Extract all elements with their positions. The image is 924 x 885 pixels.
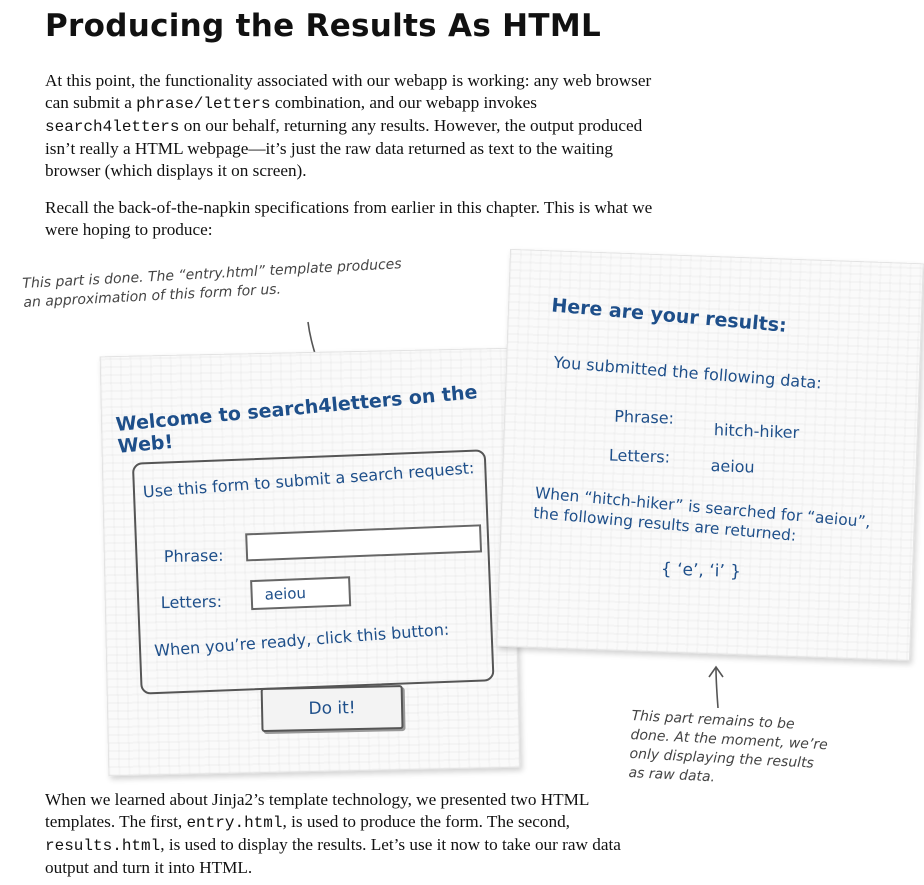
recall-paragraph: Recall the back-of-the-napkin specificat…: [45, 198, 653, 239]
results-phrase-value: hitch-hiker: [713, 420, 800, 443]
results-set: { ‘e’, ‘i’ }: [660, 559, 742, 583]
results-napkin: Here are your results: You submitted the…: [496, 248, 924, 662]
phrase-label: Phrase:: [163, 545, 224, 567]
code-entry-html: entry.html: [186, 814, 283, 832]
code-phrase-letters: phrase/letters: [136, 95, 271, 113]
letters-input-value: aeiou: [264, 584, 307, 604]
do-it-button[interactable]: Do it!: [260, 685, 404, 733]
results-letters-label: Letters:: [608, 445, 671, 467]
entry-napkin-title: Welcome to search4letters on the Web!: [114, 381, 479, 458]
entry-napkin: Welcome to search4letters on the Web! Us…: [99, 347, 521, 777]
closing-paragraph: When we learned about Jinja2’s template …: [45, 790, 621, 877]
submitted-text: You submitted the following data:: [552, 352, 823, 393]
page-title: Producing the Results As HTML: [45, 8, 602, 44]
results-phrase-label: Phrase:: [613, 406, 675, 428]
arrow-up-icon: [708, 665, 724, 709]
code-results-html: results.html: [45, 837, 161, 855]
code-search4letters: search4letters: [45, 118, 180, 136]
letters-input[interactable]: aeiou: [250, 576, 352, 611]
annotation-remaining: This part remains to be done. At the mom…: [628, 707, 829, 786]
intro-paragraph: At this point, the functionality associa…: [45, 71, 652, 180]
results-when-text: When “hitch-hiker” is searched for “aeio…: [532, 483, 872, 545]
results-letters-value: aeiou: [710, 456, 755, 477]
letters-label: Letters:: [160, 591, 223, 613]
annotation-done: This part is done. The “entry.html” temp…: [22, 256, 403, 311]
results-napkin-title: Here are your results:: [550, 294, 788, 337]
